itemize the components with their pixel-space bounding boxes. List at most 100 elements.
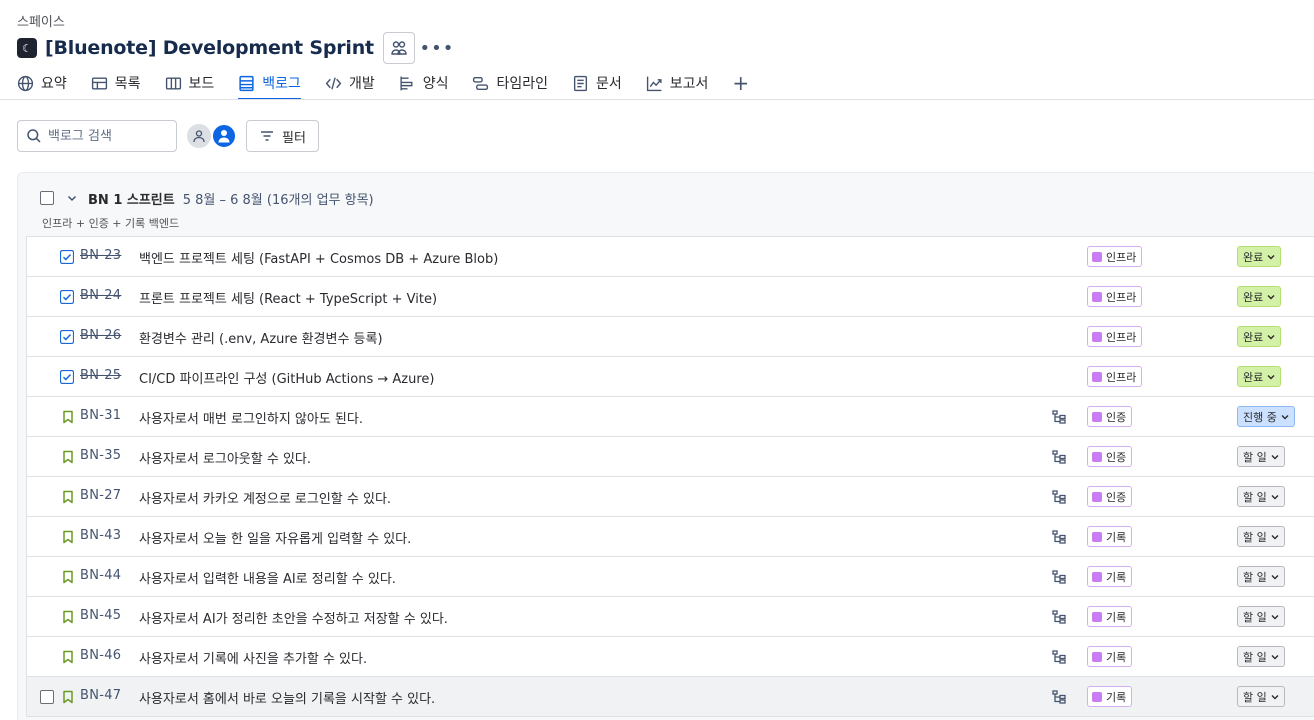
more-options-button[interactable]: ••• xyxy=(420,32,454,64)
task-icon xyxy=(60,290,74,304)
epic-lozenge[interactable]: 인증 xyxy=(1087,406,1133,427)
epic-lozenge[interactable]: 기록 xyxy=(1087,686,1133,707)
child-issues-icon[interactable] xyxy=(1052,410,1066,424)
issue-summary[interactable]: 프론트 프로젝트 세팅 (React + TypeScript + Vite) xyxy=(139,288,437,307)
status-dropdown[interactable]: 할 일 xyxy=(1237,686,1285,707)
tab-timeline[interactable]: 타임라인 xyxy=(472,68,548,98)
issue-summary[interactable]: 사용자로서 로그아웃할 수 있다. xyxy=(139,448,311,467)
document-icon xyxy=(573,75,588,91)
status-dropdown[interactable]: 할 일 xyxy=(1237,446,1285,467)
chevron-down-icon xyxy=(1267,294,1275,299)
issue-key[interactable]: BN-43 xyxy=(80,528,121,543)
child-issues-icon[interactable] xyxy=(1052,570,1066,584)
issue-key[interactable]: BN-24 xyxy=(80,288,121,303)
issue-row[interactable]: BN-26 환경변수 관리 (.env, Azure 환경변수 등록) 인프라 … xyxy=(27,317,1314,357)
tab-development[interactable]: 개발 xyxy=(325,68,375,98)
issue-key[interactable]: BN-47 xyxy=(80,688,121,703)
sprint-header[interactable]: BN 1 스프린트 5 8월 – 6 8월 (16개의 업무 항목) xyxy=(40,189,374,208)
avatar-user[interactable] xyxy=(211,123,237,149)
epic-lozenge[interactable]: 기록 xyxy=(1087,566,1133,587)
issue-row[interactable]: BN-45 사용자로서 AI가 정리한 초안을 수정하고 저장할 수 있다. 기… xyxy=(27,597,1314,637)
epic-lozenge[interactable]: 인프라 xyxy=(1087,286,1143,307)
issue-key[interactable]: BN-25 xyxy=(80,368,121,383)
status-dropdown[interactable]: 할 일 xyxy=(1237,566,1285,587)
issue-row[interactable]: BN-27 사용자로서 카카오 계정으로 로그인할 수 있다. 인증 할 일 xyxy=(27,477,1314,517)
tab-backlog[interactable]: 백로그 xyxy=(238,68,301,100)
issue-summary[interactable]: 사용자로서 매번 로그인하지 않아도 된다. xyxy=(139,408,363,427)
issue-summary[interactable]: 사용자로서 기록에 사진을 추가할 수 있다. xyxy=(139,648,367,667)
issue-summary[interactable]: 사용자로서 홈에서 바로 오늘의 기록을 시작할 수 있다. xyxy=(139,688,435,707)
epic-lozenge[interactable]: 인프라 xyxy=(1087,326,1143,347)
epic-lozenge[interactable]: 인증 xyxy=(1087,446,1133,467)
title-row: ☾ [Bluenote] Development Sprint ••• xyxy=(17,32,453,64)
issue-key[interactable]: BN-44 xyxy=(80,568,121,583)
child-issues-icon[interactable] xyxy=(1052,450,1066,464)
epic-label: 인프라 xyxy=(1106,370,1137,384)
tab-form[interactable]: 양식 xyxy=(399,68,448,98)
issue-key[interactable]: BN-26 xyxy=(80,328,121,343)
status-dropdown[interactable]: 할 일 xyxy=(1237,526,1285,547)
issue-key[interactable]: BN-35 xyxy=(80,448,121,463)
issue-key[interactable]: BN-31 xyxy=(80,408,121,423)
toolbar: 필터 xyxy=(17,120,319,152)
tab-board[interactable]: 보드 xyxy=(165,68,214,98)
tab-label: 보고서 xyxy=(669,76,709,92)
tab-documents[interactable]: 문서 xyxy=(572,68,622,98)
tab-reports[interactable]: 보고서 xyxy=(646,68,709,98)
issue-row[interactable]: BN-23 백엔드 프로젝트 세팅 (FastAPI + Cosmos DB +… xyxy=(27,237,1314,277)
issue-row[interactable]: BN-24 프론트 프로젝트 세팅 (React + TypeScript + … xyxy=(27,277,1314,317)
epic-lozenge[interactable]: 인프라 xyxy=(1087,246,1143,267)
issue-summary[interactable]: 사용자로서 입력한 내용을 AI로 정리할 수 있다. xyxy=(139,568,396,587)
search-input[interactable] xyxy=(48,128,168,144)
issue-key[interactable]: BN-45 xyxy=(80,608,121,623)
chevron-down-icon[interactable] xyxy=(66,192,78,204)
issue-summary[interactable]: CI/CD 파이프라인 구성 (GitHub Actions → Azure) xyxy=(139,368,434,387)
child-issues-icon[interactable] xyxy=(1052,610,1066,624)
avatar-unassigned[interactable] xyxy=(187,124,211,148)
status-dropdown[interactable]: 할 일 xyxy=(1237,486,1285,507)
status-dropdown[interactable]: 완료 xyxy=(1237,366,1282,387)
status-dropdown[interactable]: 할 일 xyxy=(1237,646,1285,667)
issue-row[interactable]: BN-35 사용자로서 로그아웃할 수 있다. 인증 할 일 xyxy=(27,437,1314,477)
sprint-checkbox[interactable] xyxy=(40,191,54,205)
epic-lozenge[interactable]: 기록 xyxy=(1087,526,1133,547)
epic-lozenge[interactable]: 기록 xyxy=(1087,606,1133,627)
row-checkbox[interactable] xyxy=(40,690,54,704)
issue-row[interactable]: BN-44 사용자로서 입력한 내용을 AI로 정리할 수 있다. 기록 할 일 xyxy=(27,557,1314,597)
status-dropdown[interactable]: 완료 xyxy=(1237,326,1282,347)
issue-row[interactable]: BN-31 사용자로서 매번 로그인하지 않아도 된다. 인증 진행 중 xyxy=(27,397,1314,437)
search-box[interactable] xyxy=(17,120,177,152)
breadcrumb[interactable]: 스페이스 xyxy=(17,11,65,30)
issue-summary[interactable]: 사용자로서 AI가 정리한 초안을 수정하고 저장할 수 있다. xyxy=(139,608,448,627)
epic-lozenge[interactable]: 인프라 xyxy=(1087,366,1143,387)
child-issues-icon[interactable] xyxy=(1052,490,1066,504)
status-dropdown[interactable]: 완료 xyxy=(1237,286,1282,307)
epic-label: 기록 xyxy=(1106,610,1127,624)
issue-summary[interactable]: 백엔드 프로젝트 세팅 (FastAPI + Cosmos DB + Azure… xyxy=(139,248,498,267)
tab-summary[interactable]: 요약 xyxy=(17,68,67,98)
chevron-down-icon xyxy=(1281,414,1289,419)
child-issues-icon[interactable] xyxy=(1052,690,1066,704)
team-button[interactable] xyxy=(382,32,415,64)
epic-lozenge[interactable]: 인증 xyxy=(1087,486,1133,507)
child-issues-icon[interactable] xyxy=(1052,530,1066,544)
issue-summary[interactable]: 사용자로서 오늘 한 일을 자유롭게 입력할 수 있다. xyxy=(139,528,411,547)
issue-row[interactable]: BN-25 CI/CD 파이프라인 구성 (GitHub Actions → A… xyxy=(27,357,1314,397)
story-icon xyxy=(63,610,73,624)
issue-key[interactable]: BN-27 xyxy=(80,488,121,503)
issue-summary[interactable]: 환경변수 관리 (.env, Azure 환경변수 등록) xyxy=(139,328,383,347)
status-dropdown[interactable]: 할 일 xyxy=(1237,606,1285,627)
issue-key[interactable]: BN-23 xyxy=(80,248,121,263)
tab-list[interactable]: 목록 xyxy=(91,68,141,98)
issue-row[interactable]: BN-47 사용자로서 홈에서 바로 오늘의 기록을 시작할 수 있다. 기록 … xyxy=(27,677,1314,717)
epic-lozenge[interactable]: 기록 xyxy=(1087,646,1133,667)
issue-row[interactable]: BN-46 사용자로서 기록에 사진을 추가할 수 있다. 기록 할 일 xyxy=(27,637,1314,677)
issue-summary[interactable]: 사용자로서 카카오 계정으로 로그인할 수 있다. xyxy=(139,488,391,507)
status-dropdown[interactable]: 완료 xyxy=(1237,246,1282,267)
filter-button[interactable]: 필터 xyxy=(246,120,319,152)
issue-row[interactable]: BN-43 사용자로서 오늘 한 일을 자유롭게 입력할 수 있다. 기록 할 … xyxy=(27,517,1314,557)
status-dropdown[interactable]: 진행 중 xyxy=(1237,406,1295,427)
issue-key[interactable]: BN-46 xyxy=(80,648,121,663)
child-issues-icon[interactable] xyxy=(1052,650,1066,664)
add-tab-button[interactable]: + xyxy=(732,68,749,98)
